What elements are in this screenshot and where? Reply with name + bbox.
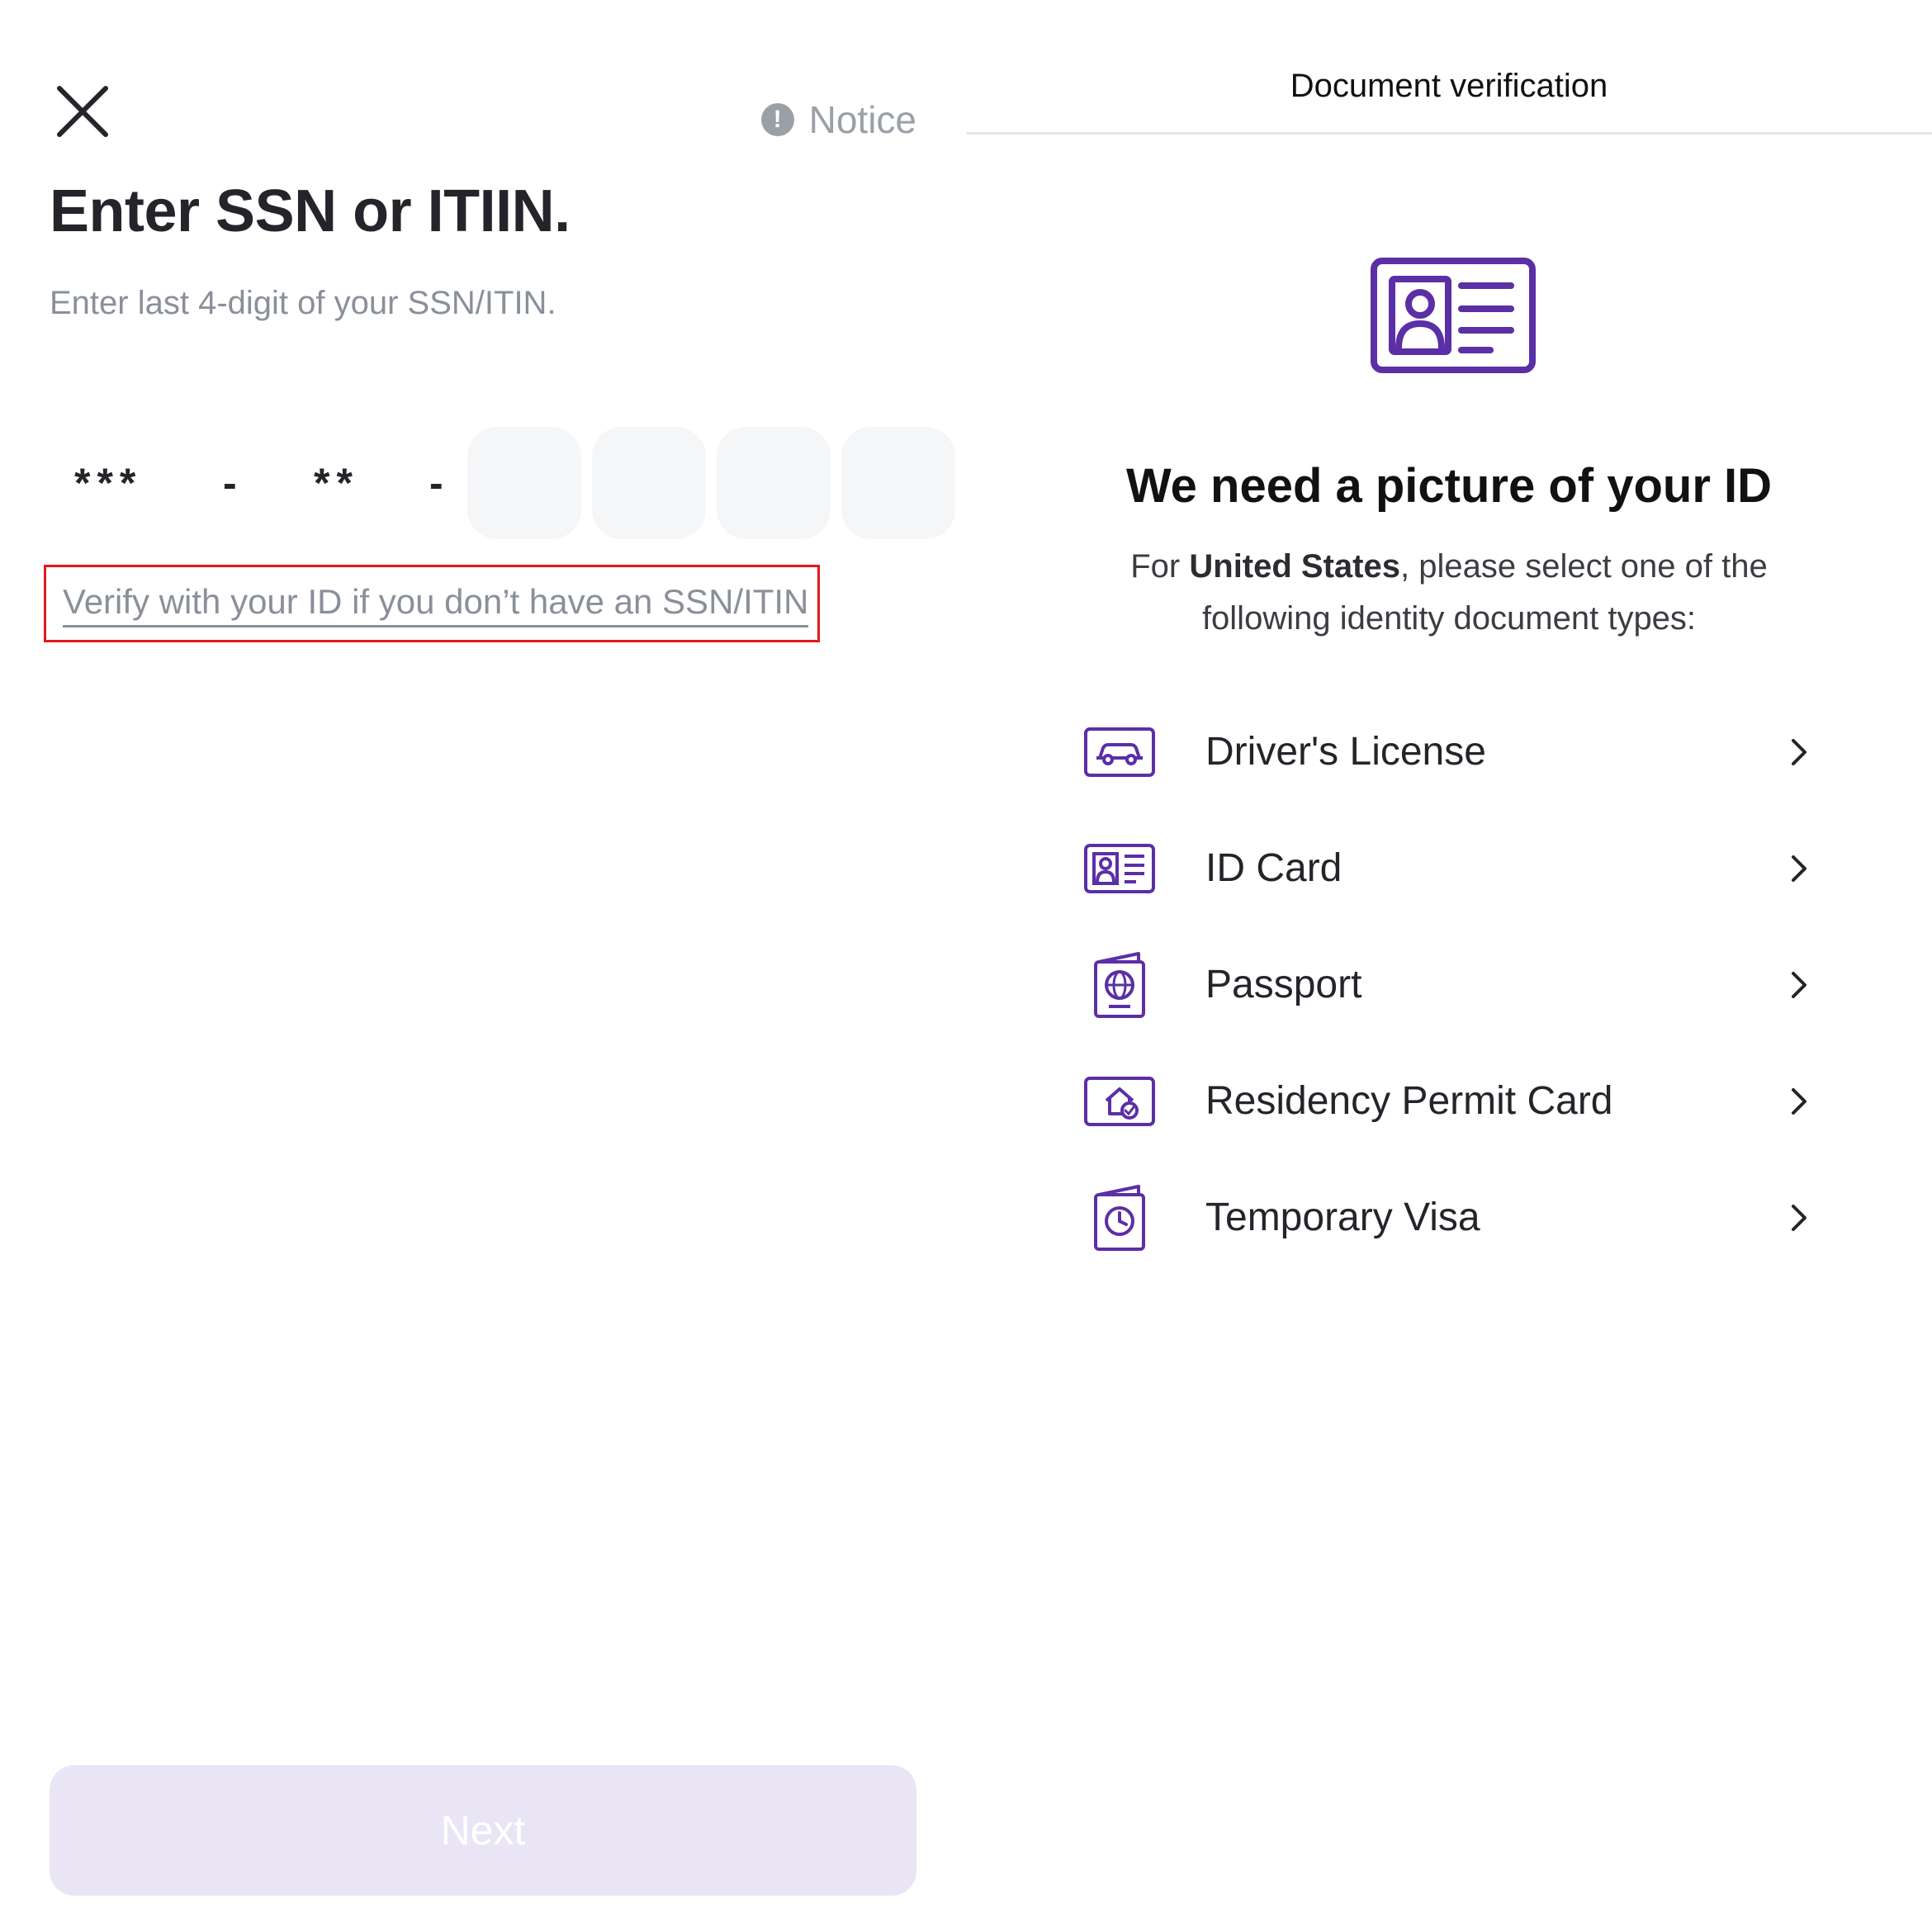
header-divider — [966, 132, 1932, 135]
description: For United States, please select one of … — [1094, 541, 1804, 645]
chevron-right-icon — [1792, 855, 1807, 882]
next-button[interactable]: Next — [50, 1765, 916, 1896]
clock-document-icon — [1082, 1180, 1158, 1256]
document-option-label: Driver's License — [1205, 730, 1486, 774]
verify-link-highlight: Verify with your ID if you don’t have an… — [44, 565, 820, 642]
notice-button[interactable]: ! Notice — [760, 97, 916, 142]
document-option-label: Residency Permit Card — [1205, 1079, 1613, 1123]
ssn-entry-screen: ! Notice Enter SSN or ITIIN. Enter last … — [0, 0, 966, 1932]
ssn-input-row: *** - ** - — [50, 427, 955, 539]
ssn-masked-group: ** — [314, 460, 359, 506]
chevron-right-icon — [1792, 738, 1807, 765]
page-title: Enter SSN or ITIIN. — [50, 178, 571, 244]
id-card-icon — [1082, 831, 1158, 907]
chevron-right-icon — [1792, 1087, 1807, 1115]
exclamation-circle-icon: ! — [760, 103, 794, 136]
ssn-digit-3-input[interactable] — [717, 427, 831, 539]
home-check-card-icon — [1082, 1063, 1158, 1139]
document-option-drivers-license[interactable]: Driver's License — [1082, 694, 1825, 810]
document-verification-screen: Document verification We need a picture … — [966, 0, 1932, 1932]
passport-icon — [1082, 947, 1158, 1023]
document-option-id-card[interactable]: ID Card — [1082, 810, 1825, 926]
id-card-hero-icon — [1371, 258, 1536, 373]
verify-with-id-link[interactable]: Verify with your ID if you don’t have an… — [63, 582, 809, 627]
description-country: United States — [1189, 548, 1400, 585]
description-prefix: For — [1130, 548, 1190, 585]
ssn-masked-area: *** — [74, 460, 143, 506]
close-icon — [57, 86, 108, 137]
notice-label: Notice — [808, 98, 916, 141]
document-option-label: Temporary Visa — [1205, 1196, 1480, 1239]
ssn-dash: - — [223, 460, 237, 506]
chevron-right-icon — [1792, 971, 1807, 998]
chevron-right-icon — [1792, 1204, 1807, 1231]
headline: We need a picture of your ID — [1125, 459, 1773, 513]
ssn-digit-4-input[interactable] — [841, 427, 955, 539]
document-type-list: Driver's License ID Card Passport Reside… — [1082, 694, 1825, 1276]
document-option-residency-permit-card[interactable]: Residency Permit Card — [1082, 1043, 1825, 1159]
ssn-digit-1-input[interactable] — [467, 427, 581, 539]
header-title: Document verification — [1290, 68, 1608, 104]
document-option-label: ID Card — [1205, 846, 1342, 890]
document-option-passport[interactable]: Passport — [1082, 926, 1825, 1043]
close-button[interactable] — [50, 78, 116, 144]
document-option-temporary-visa[interactable]: Temporary Visa — [1082, 1159, 1825, 1276]
document-option-label: Passport — [1205, 963, 1362, 1006]
ssn-dash: - — [429, 460, 443, 506]
page-subtitle: Enter last 4-digit of your SSN/ITIN. — [50, 285, 556, 321]
car-card-icon — [1082, 714, 1158, 790]
ssn-digit-2-input[interactable] — [592, 427, 706, 539]
